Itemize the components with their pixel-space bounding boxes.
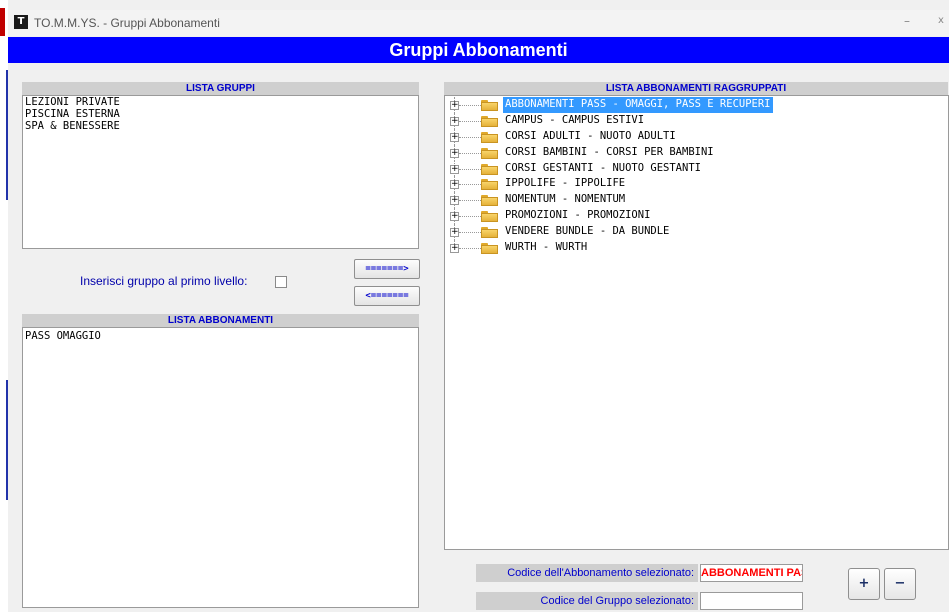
folder-icon	[481, 227, 499, 239]
expand-plus-icon[interactable]: +	[450, 116, 459, 126]
remove-button[interactable]: −	[884, 568, 916, 600]
window-title: TO.M.M.YS. - Gruppi Abbonamenti	[34, 16, 220, 30]
expand-plus-icon[interactable]: +	[450, 244, 459, 254]
expand-plus-icon[interactable]: +	[450, 148, 459, 158]
list-item[interactable]: LEZIONI PRIVATE	[23, 96, 418, 108]
folder-icon	[481, 179, 499, 191]
window: T TO.M.M.YS. - Gruppi Abbonamenti – x Gr…	[0, 0, 949, 612]
list-item[interactable]: PISCINA ESTERNA	[23, 108, 418, 120]
tree-node-label[interactable]: CORSI BAMBINI - CORSI PER BAMBINI	[503, 145, 716, 161]
lista-gruppi-header: LISTA GRUPPI	[22, 82, 419, 95]
expand-plus-icon[interactable]: +	[450, 196, 459, 206]
tree-node[interactable]: + NOMENTUM - NOMENTUM	[445, 192, 948, 209]
codice-abbonamento-label: Codice dell'Abbonamento selezionato:	[476, 564, 698, 582]
add-icon: +	[858, 576, 870, 591]
minimize-icon[interactable]: –	[904, 14, 910, 28]
close-icon[interactable]: x	[938, 15, 944, 26]
list-item[interactable]: PASS OMAGGIO	[23, 330, 418, 342]
lista-raggruppati-tree[interactable]: + ABBONAMENTI PASS - OMAGGI, PASS E RECUP…	[444, 95, 949, 550]
inserisci-checkbox[interactable]	[275, 276, 287, 288]
tree-node[interactable]: + IPPOLIFE - IPPOLIFE	[445, 176, 948, 193]
title-bar: T TO.M.M.YS. - Gruppi Abbonamenti – x	[8, 10, 949, 36]
expand-plus-icon[interactable]: +	[450, 228, 459, 238]
tree-node-label[interactable]: IPPOLIFE - IPPOLIFE	[503, 176, 627, 192]
expand-plus-icon[interactable]: +	[450, 180, 459, 190]
tree-node[interactable]: + PROMOZIONI - PROMOZIONI	[445, 208, 948, 225]
inserisci-label: Inserisci gruppo al primo livello:	[80, 274, 248, 288]
folder-icon	[481, 195, 499, 207]
tree-node-label[interactable]: ABBONAMENTI PASS - OMAGGI, PASS E RECUPE…	[503, 97, 773, 113]
app-icon: T	[14, 15, 28, 29]
add-button[interactable]: +	[848, 568, 880, 600]
folder-icon	[481, 243, 499, 255]
folder-icon	[481, 131, 499, 143]
tree-node[interactable]: + CORSI GESTANTI - NUOTO GESTANTI	[445, 160, 948, 177]
expand-plus-icon[interactable]: +	[450, 132, 459, 142]
tree-node[interactable]: + CORSI BAMBINI - CORSI PER BAMBINI	[445, 144, 948, 161]
codice-gruppo-label: Codice del Gruppo selezionato:	[476, 592, 698, 610]
tree-node[interactable]: + ABBONAMENTI PASS - OMAGGI, PASS E RECUP…	[445, 97, 948, 113]
expand-plus-icon[interactable]: +	[450, 212, 459, 222]
lista-abbonamenti-header: LISTA ABBONAMENTI	[22, 314, 419, 327]
tree-node[interactable]: + CORSI ADULTI - NUOTO ADULTI	[445, 128, 948, 145]
tree-node[interactable]: + WURTH - WURTH	[445, 240, 948, 256]
remove-icon: −	[894, 576, 906, 591]
expand-plus-icon[interactable]: +	[450, 164, 459, 174]
codice-abbonamento-field[interactable]: ABBONAMENTI PASS	[700, 564, 803, 582]
lista-gruppi-listbox[interactable]: LEZIONI PRIVATE PISCINA ESTERNA SPA & BE…	[22, 95, 419, 249]
folder-icon	[481, 100, 499, 111]
move-right-button[interactable]: =======>	[354, 259, 420, 279]
folder-icon	[481, 163, 499, 175]
edge-accent-blue	[6, 70, 8, 200]
left-edge	[0, 0, 8, 612]
tree-node-label[interactable]: CORSI GESTANTI - NUOTO GESTANTI	[503, 161, 703, 177]
lista-abbonamenti-listbox[interactable]: PASS OMAGGIO	[22, 327, 419, 608]
folder-icon	[481, 211, 499, 223]
tree-node[interactable]: + CAMPUS - CAMPUS ESTIVI	[445, 112, 948, 129]
edge-accent-blue	[6, 380, 8, 500]
tree-node-label[interactable]: VENDERE BUNDLE - DA BUNDLE	[503, 224, 671, 240]
list-item[interactable]: SPA & BENESSERE	[23, 120, 418, 132]
lista-raggruppati-header: LISTA ABBONAMENTI RAGGRUPPATI	[444, 82, 948, 95]
tree-node-label[interactable]: CAMPUS - CAMPUS ESTIVI	[503, 113, 646, 129]
tree-node-label[interactable]: PROMOZIONI - PROMOZIONI	[503, 208, 652, 224]
tree-node-label[interactable]: NOMENTUM - NOMENTUM	[503, 192, 627, 208]
edge-accent-red	[0, 8, 5, 36]
folder-icon	[481, 115, 499, 127]
tree-node[interactable]: + VENDERE BUNDLE - DA BUNDLE	[445, 224, 948, 241]
tree-node-label[interactable]: WURTH - WURTH	[503, 240, 589, 256]
expand-plus-icon[interactable]: +	[450, 101, 459, 110]
move-left-button[interactable]: <=======	[354, 286, 420, 306]
folder-icon	[481, 147, 499, 159]
page-title: Gruppi Abbonamenti	[8, 37, 949, 63]
codice-gruppo-field[interactable]	[700, 592, 803, 610]
tree-node-label[interactable]: CORSI ADULTI - NUOTO ADULTI	[503, 129, 678, 145]
